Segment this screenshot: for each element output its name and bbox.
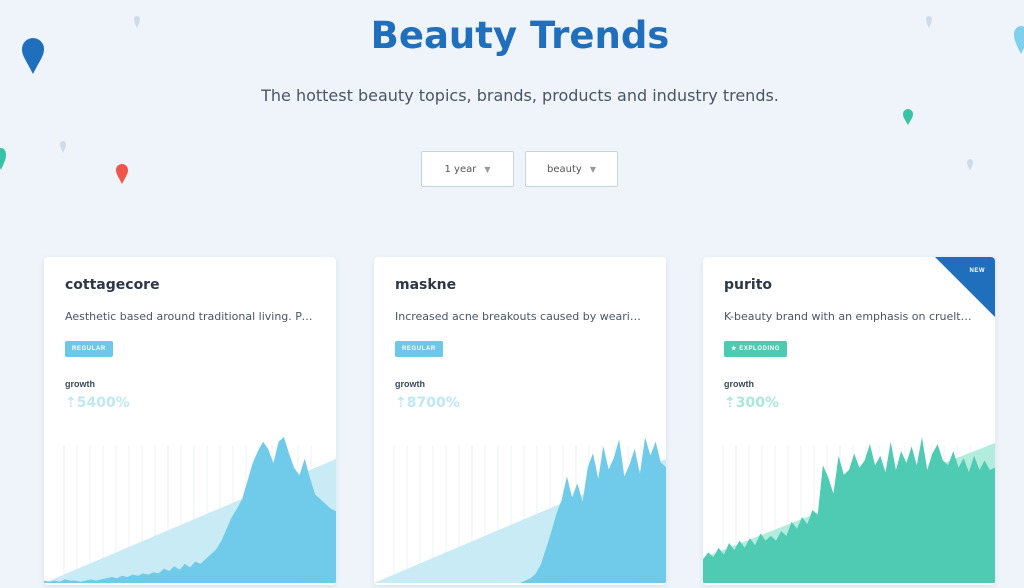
page-subtitle: The hottest beauty topics, brands, produ…	[261, 86, 779, 105]
growth-value: ⇡5400%	[65, 395, 130, 411]
chevron-down-icon: ▼	[589, 164, 596, 174]
growth-chart	[374, 437, 666, 583]
trend-description: Increased acne breakouts caused by weari…	[395, 310, 647, 323]
status-badge: REGULAR	[395, 341, 443, 357]
trend-name: cottagecore	[65, 277, 160, 293]
growth-value: ⇡8700%	[395, 395, 460, 411]
growth-chart	[44, 437, 336, 583]
red-pin-icon	[116, 164, 128, 184]
period-dropdown[interactable]: 1 year ▼	[421, 151, 514, 187]
growth-label: growth	[395, 379, 425, 389]
period-dropdown-value: 1 year	[444, 163, 477, 175]
page-title: Beauty Trends	[370, 14, 670, 57]
growth-area	[703, 437, 995, 583]
new-ribbon: NEW	[935, 257, 995, 317]
faint-pin-icon	[967, 159, 973, 171]
status-badge-label: EXPLODING	[739, 346, 780, 352]
growth-label: growth	[724, 379, 754, 389]
new-label: NEW	[969, 268, 985, 274]
growth-value: ⇡300%	[724, 395, 779, 411]
trend-name: maskne	[395, 277, 457, 293]
chevron-down-icon: ▼	[484, 164, 491, 174]
growth-chart	[703, 437, 995, 583]
trend-description: Aesthetic based around traditional livin…	[65, 310, 317, 323]
status-badge: REGULAR	[65, 341, 113, 357]
trend-name: purito	[724, 277, 773, 293]
star-icon: ★	[731, 346, 740, 352]
trend-card-purito[interactable]: purito K-beauty brand with an emphasis o…	[703, 257, 995, 585]
teal-pin-icon	[0, 148, 6, 170]
category-dropdown-value: beauty	[547, 163, 582, 175]
category-dropdown[interactable]: beauty ▼	[525, 151, 618, 187]
growth-label: growth	[65, 379, 95, 389]
status-badge: ★ EXPLODING	[724, 341, 787, 357]
ribbon-triangle	[935, 257, 995, 317]
faint-pin-icon	[60, 141, 66, 153]
teal-pin-icon	[903, 109, 913, 125]
trend-card-cottagecore[interactable]: cottagecore Aesthetic based around tradi…	[44, 257, 336, 585]
trend-card-maskne[interactable]: maskne Increased acne breakouts caused b…	[374, 257, 666, 585]
